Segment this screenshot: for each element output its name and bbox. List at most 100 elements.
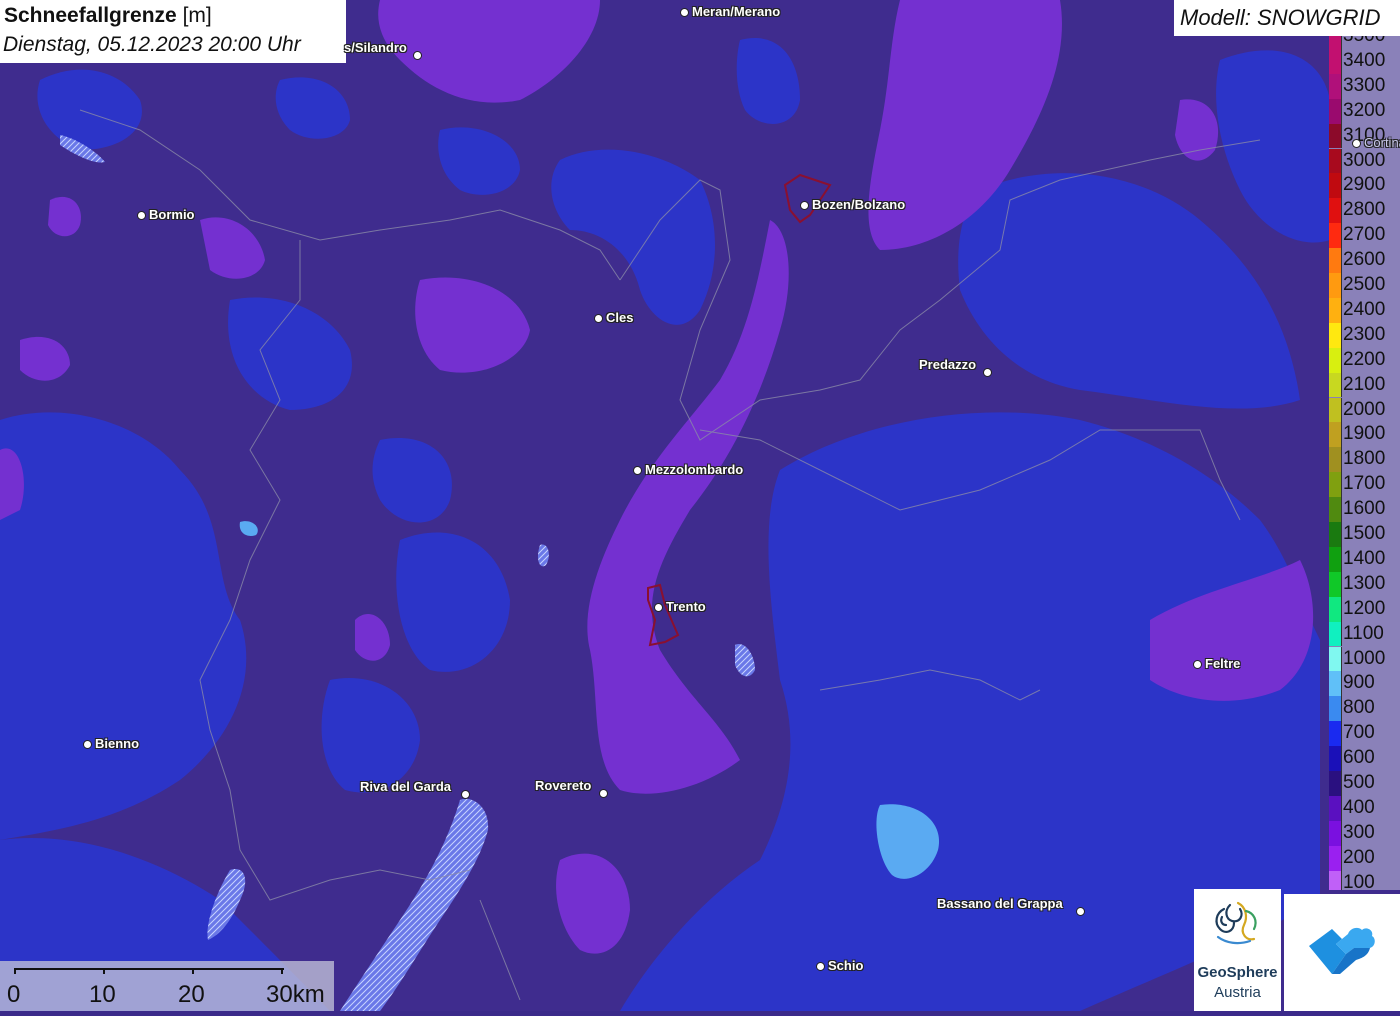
city-label: Feltre bbox=[1205, 656, 1241, 671]
legend-row: 3400 bbox=[1329, 48, 1400, 74]
legend-label: 3500 bbox=[1343, 36, 1385, 47]
legend-row: 2200 bbox=[1329, 347, 1400, 373]
legend-label: 2700 bbox=[1343, 224, 1386, 246]
legend-swatch bbox=[1329, 795, 1342, 821]
legend-swatch bbox=[1329, 820, 1342, 846]
scale-tick bbox=[281, 968, 283, 974]
legend-swatch bbox=[1329, 223, 1342, 249]
legend-label: 1000 bbox=[1343, 647, 1386, 669]
legend-row: 2700 bbox=[1329, 223, 1400, 249]
legend-row: 800 bbox=[1329, 696, 1400, 722]
city-dot bbox=[633, 466, 642, 475]
legend-swatch bbox=[1329, 522, 1342, 547]
model-box: Modell: SNOWGRID bbox=[1174, 0, 1400, 36]
legend-label: 1500 bbox=[1343, 523, 1386, 544]
legend-label: 1400 bbox=[1343, 547, 1386, 569]
legend-label: 3300 bbox=[1343, 74, 1386, 96]
legend-swatch bbox=[1329, 347, 1342, 373]
city-label: Mezzolombardo bbox=[645, 462, 744, 477]
legend-swatch bbox=[1329, 746, 1342, 771]
legend-swatch bbox=[1329, 771, 1342, 796]
legend-swatch bbox=[1329, 472, 1342, 498]
city-label: Bozen/Bolzano bbox=[812, 197, 906, 212]
legend-row: 1400 bbox=[1329, 546, 1400, 572]
city-label: Meran/Merano bbox=[692, 4, 781, 19]
legend-swatch bbox=[1329, 36, 1342, 49]
legend-swatch bbox=[1329, 497, 1342, 522]
legend-swatch bbox=[1329, 173, 1342, 199]
title-name: Schneefallgrenze bbox=[4, 4, 177, 27]
legend-label: 700 bbox=[1343, 722, 1375, 744]
legend-label: 1600 bbox=[1343, 498, 1386, 520]
city-label: Rovereto bbox=[535, 778, 592, 793]
legend-swatch bbox=[1329, 73, 1342, 99]
legend-swatch bbox=[1329, 596, 1342, 622]
legend-row: 2400 bbox=[1329, 297, 1400, 323]
legend-row: 600 bbox=[1329, 746, 1400, 771]
legend-swatch bbox=[1329, 696, 1342, 722]
city-dot bbox=[1076, 907, 1085, 916]
scale-line bbox=[14, 968, 284, 970]
legend-swatch bbox=[1329, 297, 1342, 323]
title-box: Schneefallgrenze [m] Dienstag, 05.12.202… bbox=[0, 0, 346, 63]
legend-label: 1900 bbox=[1343, 423, 1386, 445]
scale-label-10: 10 bbox=[89, 981, 116, 1008]
legend-row: 1100 bbox=[1329, 621, 1400, 647]
legend-label: 2400 bbox=[1343, 298, 1386, 320]
legend-label: 3200 bbox=[1343, 99, 1386, 121]
legend-row: 2900 bbox=[1329, 173, 1400, 199]
legend-label: 1700 bbox=[1343, 473, 1386, 495]
city-label: Cortina bbox=[1364, 135, 1400, 150]
legend-swatch bbox=[1329, 322, 1342, 348]
legend-row: 700 bbox=[1329, 721, 1400, 747]
city-dot bbox=[413, 51, 422, 60]
legend-row: 1200 bbox=[1329, 596, 1400, 622]
legend-swatch bbox=[1329, 870, 1342, 890]
legend-label: 600 bbox=[1343, 747, 1375, 769]
city-label: Bassano del Grappa bbox=[937, 896, 1063, 911]
city-dot bbox=[680, 8, 689, 17]
geosphere-emblem-icon bbox=[1215, 901, 1257, 945]
legend-label: 100 bbox=[1343, 871, 1375, 890]
legend-swatch bbox=[1329, 372, 1342, 398]
legend-label: 2200 bbox=[1343, 348, 1386, 370]
city-label: Bormio bbox=[149, 207, 195, 222]
legend-row: 1600 bbox=[1329, 497, 1400, 522]
geosphere-country: Austria bbox=[1214, 984, 1261, 1001]
snowfall-line-map[interactable] bbox=[0, 0, 1400, 1011]
city-dot bbox=[983, 368, 992, 377]
legend-swatch bbox=[1329, 98, 1342, 124]
legend-swatch bbox=[1329, 397, 1342, 423]
legend-row: 300 bbox=[1329, 820, 1400, 846]
legend-label: 300 bbox=[1343, 821, 1375, 843]
legend-label: 2800 bbox=[1343, 199, 1386, 221]
legend-row: 400 bbox=[1329, 795, 1400, 821]
title-unit: [m] bbox=[182, 4, 212, 27]
legend-label: 200 bbox=[1343, 846, 1375, 868]
legend-label: 900 bbox=[1343, 672, 1375, 694]
city-dot bbox=[599, 789, 608, 798]
weather-app-icon bbox=[1309, 927, 1375, 974]
legend-row: 1800 bbox=[1329, 447, 1400, 473]
city-label: Schio bbox=[828, 958, 864, 973]
model-label: Modell: SNOWGRID bbox=[1180, 5, 1381, 30]
legend-swatch bbox=[1329, 671, 1342, 697]
snow-cloud-logo[interactable] bbox=[1284, 894, 1400, 1011]
legend-label: 400 bbox=[1343, 796, 1375, 818]
legend-row: 2100 bbox=[1329, 372, 1400, 398]
legend-row: 1700 bbox=[1329, 472, 1400, 498]
legend-row: 1500 bbox=[1329, 522, 1400, 547]
legend-row: 2800 bbox=[1329, 198, 1400, 224]
color-legend: 3500340033003200310030002900280027002600… bbox=[1329, 36, 1400, 890]
geosphere-logo[interactable]: GeoSphere Austria bbox=[1194, 889, 1281, 1011]
city-label: Riva del Garda bbox=[360, 779, 452, 794]
legend-label: 2000 bbox=[1343, 398, 1386, 420]
legend-row: 200 bbox=[1329, 845, 1400, 871]
legend-swatch bbox=[1329, 48, 1342, 74]
legend-row: 3000 bbox=[1329, 148, 1400, 174]
scale-tick bbox=[192, 968, 194, 974]
legend-swatch bbox=[1329, 273, 1342, 298]
legend-row: 3300 bbox=[1329, 73, 1400, 99]
legend-label: 2300 bbox=[1343, 323, 1386, 345]
legend-row: 2600 bbox=[1329, 248, 1400, 273]
